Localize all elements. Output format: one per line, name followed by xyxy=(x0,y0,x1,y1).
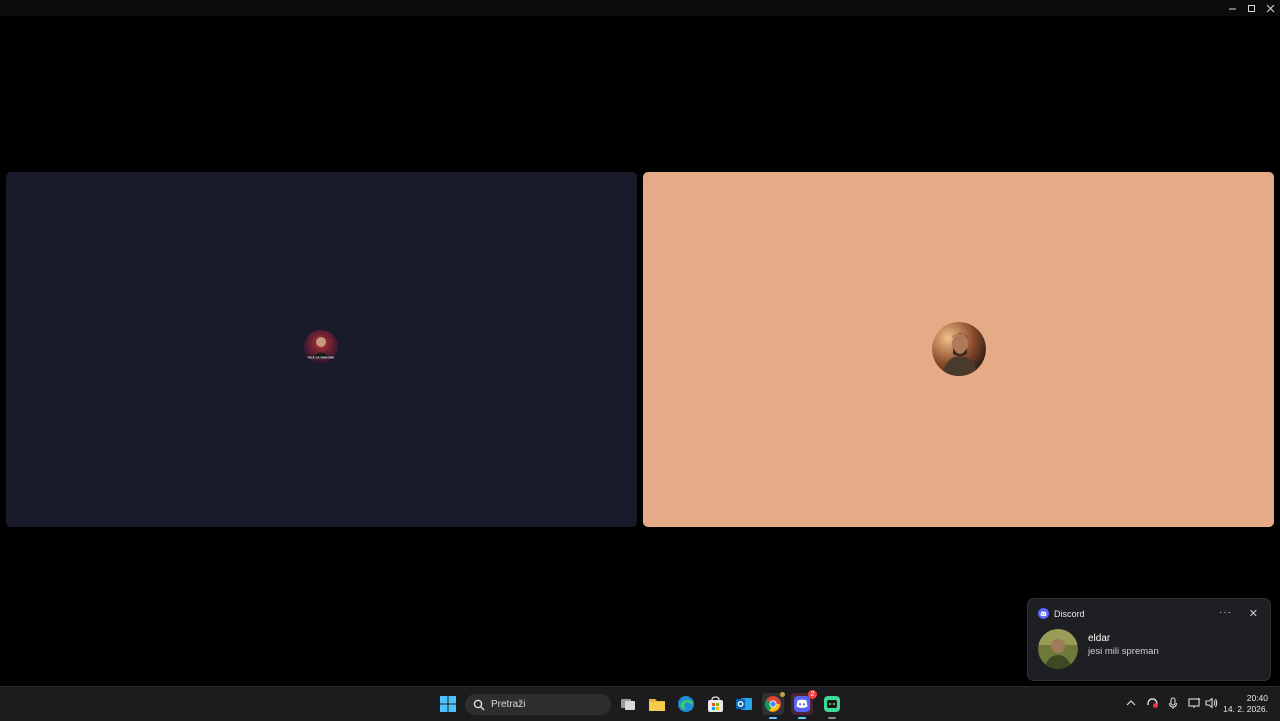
window-controls xyxy=(1223,0,1280,16)
chrome-notification-badge xyxy=(780,692,785,697)
search-placeholder: Pretraži xyxy=(491,699,526,710)
start-button[interactable] xyxy=(437,693,459,715)
microphone-icon xyxy=(1168,696,1178,709)
speaker-icon xyxy=(1204,697,1217,709)
windows-logo-icon xyxy=(440,696,456,712)
discord-running-indicator xyxy=(798,717,806,719)
system-clock[interactable]: 20:40 14. 2. 2026. xyxy=(1223,693,1268,715)
discord-icon xyxy=(794,696,810,712)
window-titlebar xyxy=(0,0,1280,17)
notification-message: jesi mili spreman xyxy=(1088,646,1159,657)
chevron-up-icon xyxy=(1126,700,1136,706)
edge-icon xyxy=(678,696,694,712)
sender-avatar-icon xyxy=(1038,629,1078,669)
chrome-icon xyxy=(764,696,781,712)
network-icon xyxy=(1187,697,1200,708)
sender-avatar xyxy=(1038,629,1078,669)
chrome-running-indicator xyxy=(769,717,777,719)
clock-date: 14. 2. 2026. xyxy=(1223,704,1268,714)
participant-avatar-2 xyxy=(932,322,986,376)
outlook-button[interactable] xyxy=(733,693,755,715)
folder-icon xyxy=(649,698,665,711)
task-view-icon xyxy=(621,699,635,710)
headset-icon xyxy=(1146,698,1158,708)
streamer-avatar-icon: PRICE SA DISKORDA xyxy=(304,330,338,364)
notification-sender: eldar xyxy=(1088,633,1111,644)
discord-logo-icon xyxy=(1038,608,1049,619)
clock-time: 20:40 xyxy=(1246,693,1268,703)
notification-app-name: Discord xyxy=(1054,608,1085,619)
discord-green-running-indicator xyxy=(828,717,836,719)
discord-green-icon xyxy=(824,696,840,712)
volume-button[interactable] xyxy=(1204,696,1218,710)
taskbar-search-box[interactable]: Pretraži xyxy=(465,694,611,715)
edge-button[interactable] xyxy=(675,693,697,715)
maximize-button[interactable] xyxy=(1242,0,1261,16)
store-icon xyxy=(707,695,723,712)
network-button[interactable] xyxy=(1187,696,1201,710)
discord-unread-badge: 2 xyxy=(808,690,817,699)
discord-green-button[interactable] xyxy=(821,693,843,719)
search-icon xyxy=(473,699,485,710)
maximize-icon xyxy=(1248,4,1255,12)
notification-header: Discord xyxy=(1038,608,1085,619)
outlook-icon xyxy=(736,698,752,710)
discord-button[interactable]: 2 xyxy=(791,690,817,719)
tray-app-button[interactable] xyxy=(1145,696,1159,710)
minimize-icon xyxy=(1229,8,1236,9)
participant-tile-1[interactable]: PRICE SA DISKORDA xyxy=(6,172,637,527)
notification-more-button[interactable]: ··· xyxy=(1219,607,1232,618)
participant-avatar-1: PRICE SA DISKORDA xyxy=(304,330,338,364)
tray-overflow-button[interactable] xyxy=(1124,696,1138,710)
participant-tile-2[interactable] xyxy=(643,172,1274,527)
close-button[interactable] xyxy=(1261,0,1280,16)
taskbar: Pretraži 2 20:40 14. 2. 2026. xyxy=(0,686,1280,721)
close-icon xyxy=(1266,4,1275,12)
chrome-button[interactable] xyxy=(762,692,785,719)
microphone-button[interactable] xyxy=(1166,696,1180,710)
notification-close-button[interactable]: ✕ xyxy=(1249,607,1258,620)
minimize-button[interactable] xyxy=(1223,0,1242,16)
store-button[interactable] xyxy=(704,693,726,715)
svg-text:PRICE SA DISKORDA: PRICE SA DISKORDA xyxy=(306,355,338,359)
call-stage: PRICE SA DISKORDA xyxy=(0,16,1280,686)
discord-notification[interactable]: Discord ··· ✕ eldar jesi mili spreman xyxy=(1027,598,1271,681)
task-view-button[interactable] xyxy=(617,693,639,715)
warrior-avatar-icon xyxy=(932,322,986,376)
file-explorer-button[interactable] xyxy=(646,693,668,715)
